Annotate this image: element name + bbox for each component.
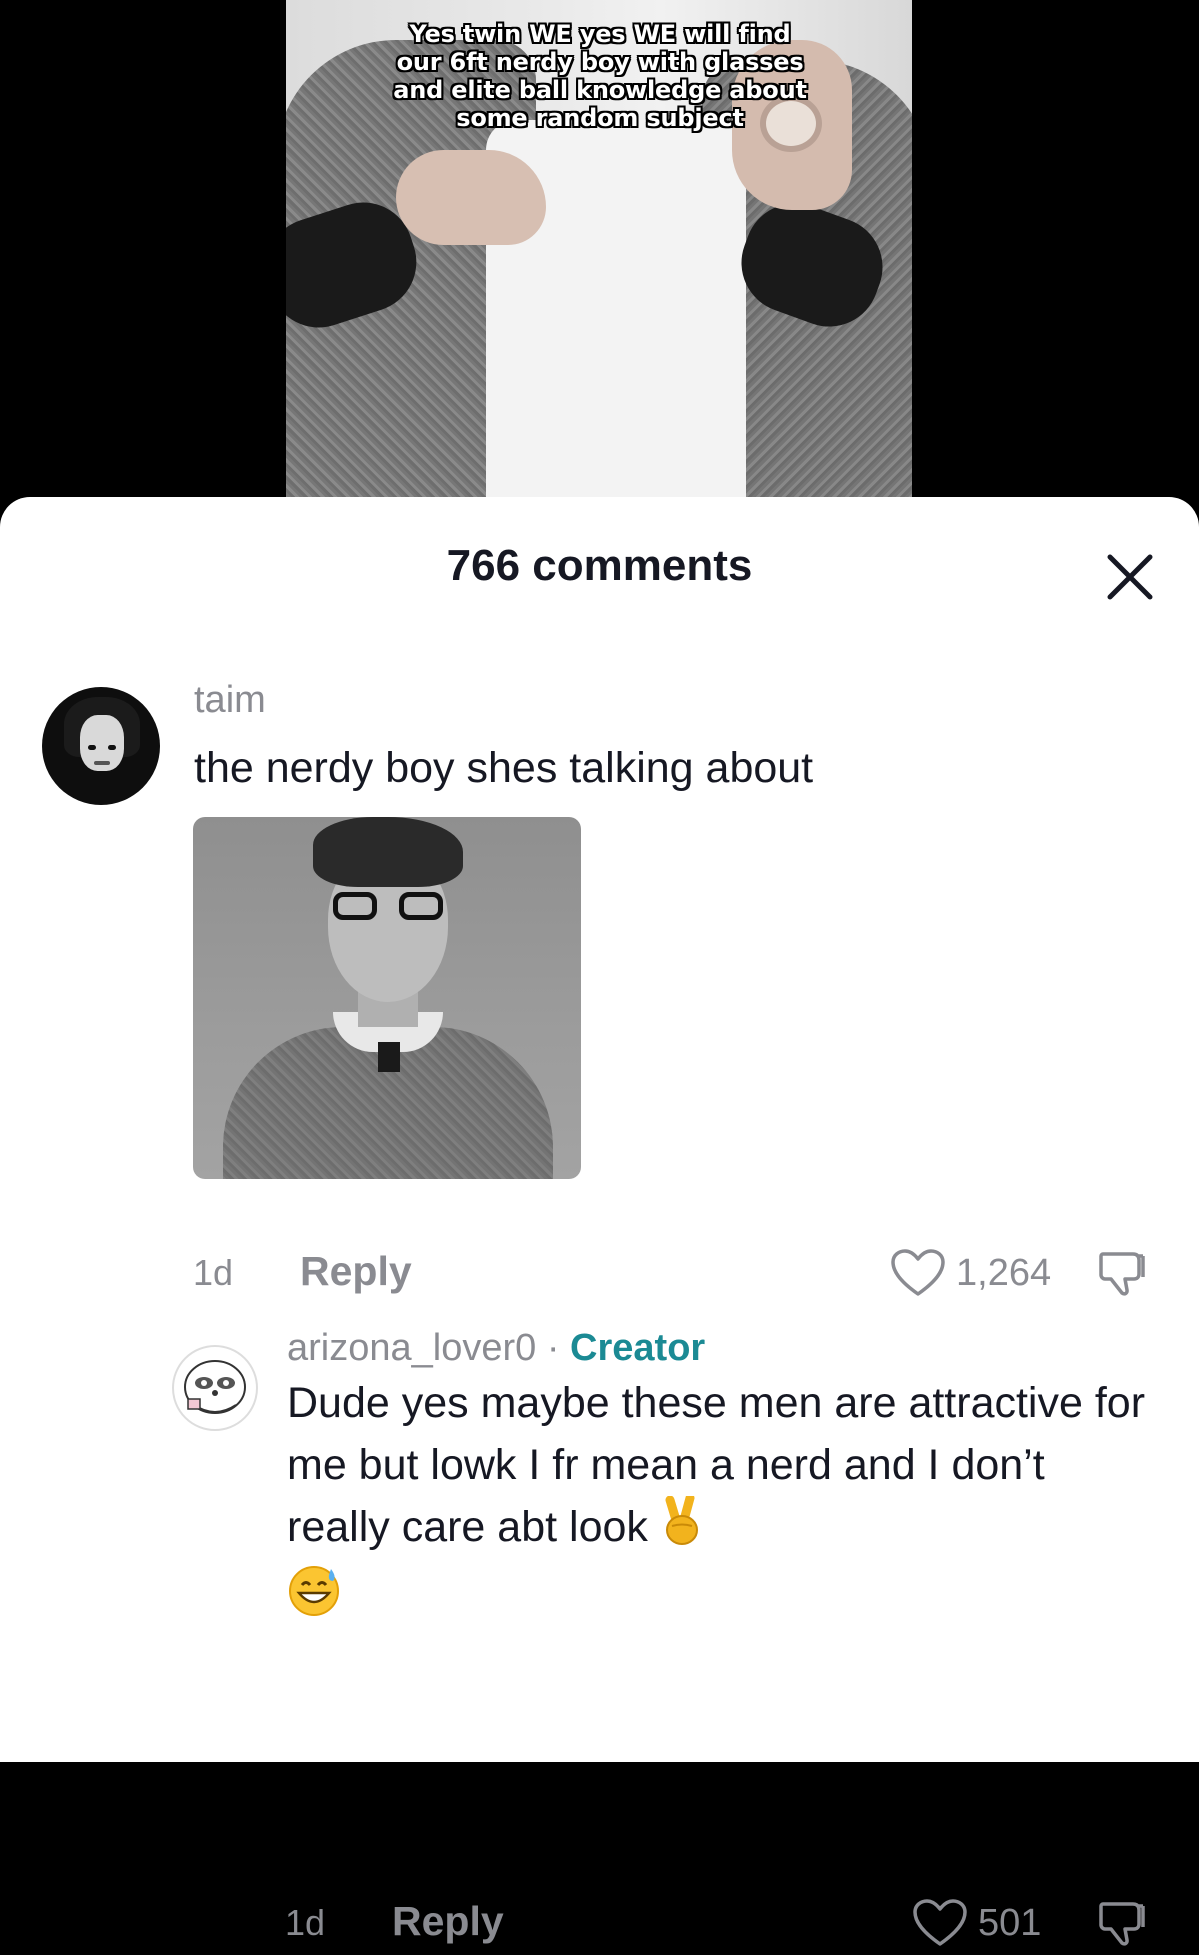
avatar[interactable] <box>42 687 160 805</box>
thumbs-down-icon <box>1099 1902 1145 1946</box>
raccoon-avatar-icon <box>184 1360 246 1414</box>
username-link[interactable]: arizona_lover0 <box>287 1327 536 1369</box>
close-button[interactable] <box>1100 547 1160 607</box>
comment-image[interactable] <box>193 817 581 1179</box>
grinning-sweat-emoji <box>287 1563 341 1634</box>
reply-button[interactable]: Reply <box>300 1248 412 1295</box>
video-caption-overlay: Yes twin WE yes WE will find our 6ft ner… <box>393 20 807 132</box>
comments-sheet: 766 comments taim the nerdy boy shes tal… <box>0 497 1199 1946</box>
dislike-button[interactable] <box>1095 1896 1149 1950</box>
like-count: 501 <box>978 1902 1042 1944</box>
heart-icon <box>891 1249 945 1296</box>
comment-meta: 1d Reply 1,264 <box>0 1242 1199 1302</box>
comment-text: the nerdy boy shes talking about <box>194 744 814 792</box>
video-player[interactable]: Yes twin WE yes WE will find our 6ft ner… <box>0 0 1199 520</box>
dislike-button[interactable] <box>1095 1246 1149 1300</box>
thumbs-down-icon <box>1099 1252 1145 1296</box>
comment-text: Dude yes maybe these men are attractive … <box>287 1372 1147 1634</box>
close-icon <box>1107 554 1153 600</box>
comment-time: 1d <box>193 1252 234 1293</box>
reply-button[interactable]: Reply <box>392 1898 504 1945</box>
avatar[interactable] <box>172 1345 258 1431</box>
comment-time: 1d <box>285 1902 326 1943</box>
comment-username[interactable]: taim <box>194 679 266 722</box>
creator-badge: Creator <box>570 1327 706 1369</box>
victory-hand-emoji <box>660 1493 704 1563</box>
heart-icon <box>913 1899 967 1946</box>
like-count: 1,264 <box>956 1252 1052 1294</box>
comments-count-title: 766 comments <box>446 541 753 590</box>
comment-username: arizona_lover0 · Creator <box>287 1327 706 1369</box>
comment-meta: 1d Reply 501 <box>0 1892 1199 1952</box>
